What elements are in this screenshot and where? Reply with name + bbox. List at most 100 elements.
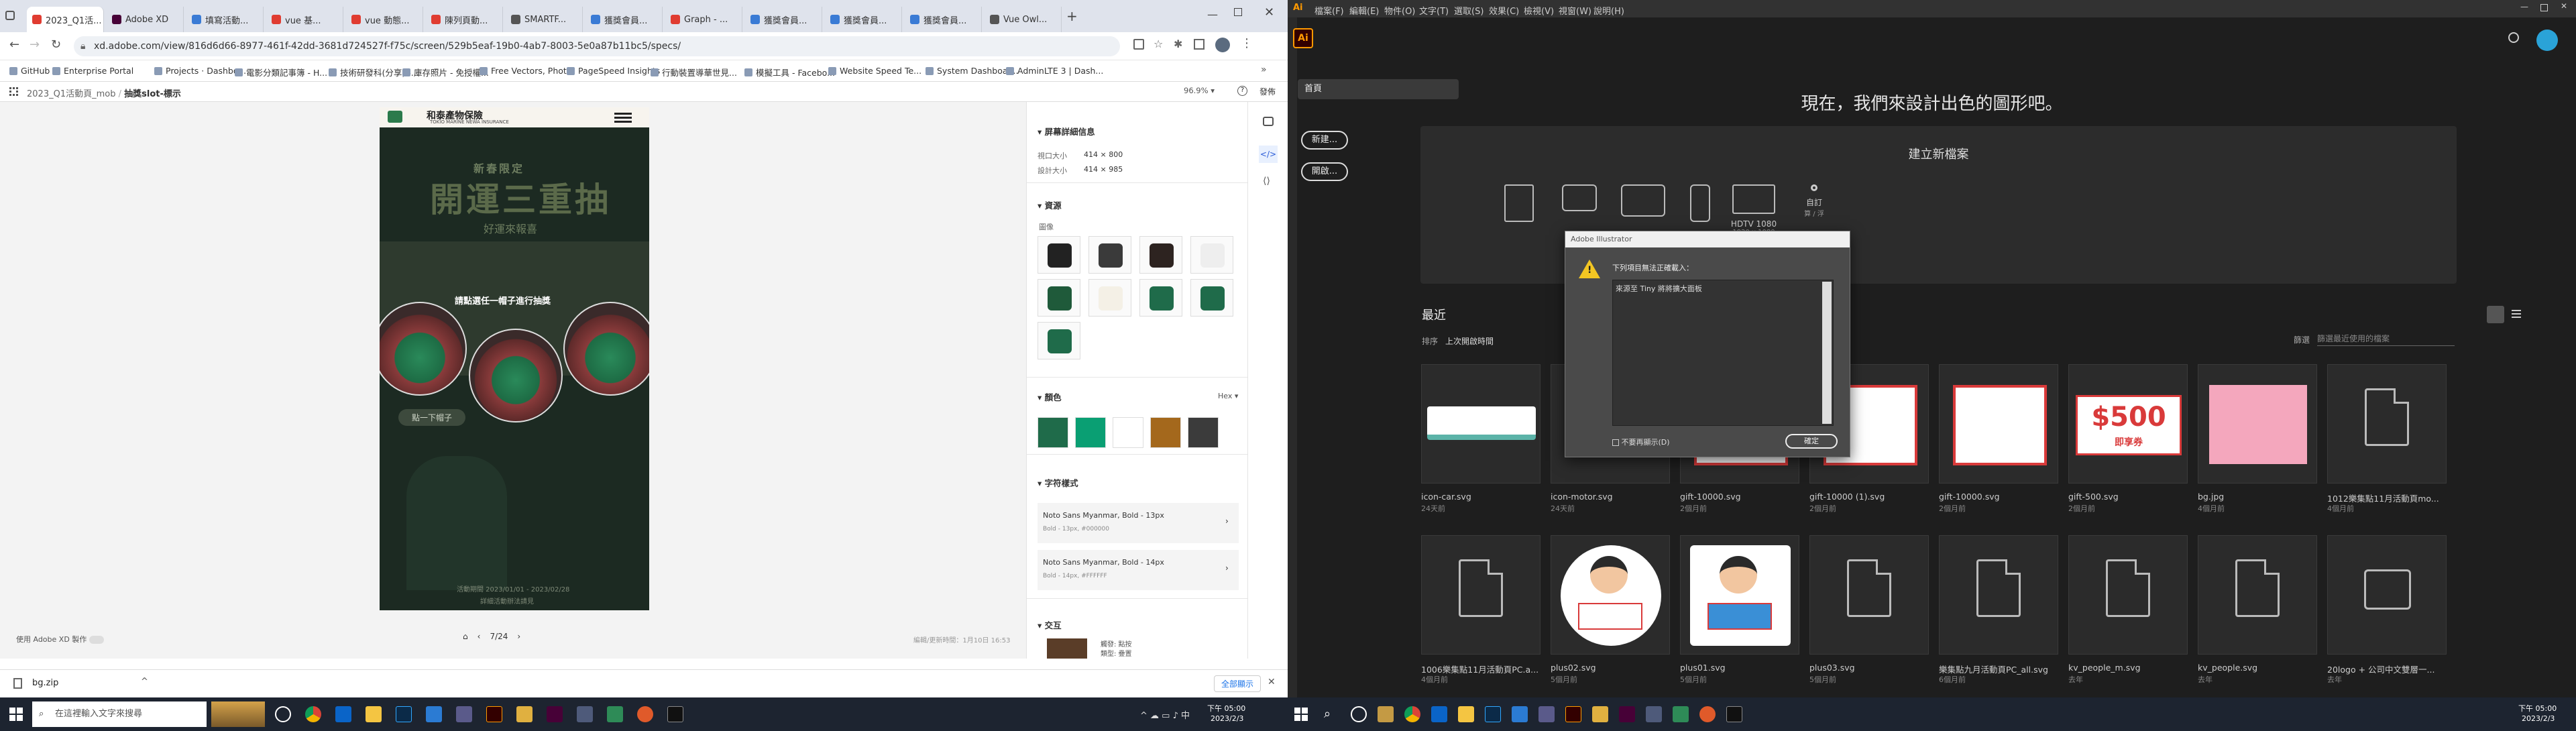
ai-file-thumb[interactable] (1809, 535, 1929, 655)
comments-icon[interactable] (1263, 117, 1274, 126)
ai-file-thumb[interactable] (1421, 535, 1541, 655)
folder-icon[interactable] (1592, 706, 1608, 722)
tab-search-icon[interactable] (5, 11, 15, 20)
image-asset-thumb[interactable] (1088, 236, 1131, 274)
bookmark-item[interactable]: System Dashboar... (926, 66, 1018, 76)
breadcrumb[interactable]: 2023_Q1活動頁_mob / 抽獎slot-標示 (27, 87, 181, 99)
explorer-icon[interactable] (366, 706, 382, 722)
ai-profile-avatar[interactable] (2536, 30, 2558, 51)
illustrator-icon[interactable] (1565, 706, 1581, 722)
ai-file-name[interactable]: 20logo + 公司中文雙層一... (2327, 663, 2451, 675)
ai-filter-input[interactable]: 篩選最近使用的檔案 (2317, 331, 2455, 346)
browser-tab[interactable]: 獲獎會員... (745, 7, 822, 32)
fullscreen-icon[interactable]: ⟨⟩ (1263, 176, 1270, 186)
ai-file-name[interactable]: plus03.svg (1809, 663, 1934, 673)
terminal-icon[interactable] (1726, 706, 1742, 722)
dialog-scrollbar[interactable] (1822, 282, 1832, 424)
ai-file-name[interactable]: gift-500.svg (2068, 492, 2192, 502)
color-swatch[interactable] (1113, 417, 1143, 448)
browser-tab[interactable]: Graph - ... (665, 7, 742, 32)
more-bookmarks-icon[interactable]: » (1261, 64, 1267, 75)
browser-tab[interactable]: 獲獎會員... (905, 7, 982, 32)
windows-start-icon[interactable] (9, 708, 23, 721)
share-link[interactable]: 發佈 (1259, 86, 1276, 97)
bookmark-item[interactable]: Enterprise Portal (52, 66, 133, 76)
outlook-icon[interactable] (1431, 706, 1447, 722)
ai-preset[interactable]: 自訂算 / 浮 (1791, 184, 1838, 218)
browser-tab[interactable]: Vue Owl... (985, 7, 1062, 32)
ai-minimize-button[interactable]: — (2520, 2, 2528, 11)
ai-file-name[interactable]: plus02.svg (1551, 663, 1675, 673)
profile-avatar[interactable] (1215, 38, 1230, 52)
assets-heading[interactable]: ▾ 資源 (1038, 199, 1062, 211)
ai-preset[interactable] (1677, 184, 1724, 227)
vscode-icon[interactable] (426, 706, 442, 722)
search-icon[interactable]: ⌕ (1324, 707, 1331, 721)
bookmark-item[interactable]: Free Vectors, Phot... (480, 66, 575, 76)
extensions-icon[interactable]: ✱ (1174, 38, 1182, 50)
browser-tab[interactable]: 獲獎會員... (825, 7, 902, 32)
ai-file-name[interactable]: gift-10000.svg (1939, 492, 2063, 502)
ai-search-icon[interactable] (2508, 32, 2519, 43)
ai-file-name[interactable]: icon-motor.svg (1551, 492, 1675, 502)
ai-maximize-button[interactable] (2540, 4, 2548, 11)
image-asset-thumb[interactable] (1038, 236, 1080, 274)
ai-file-thumb[interactable] (1680, 535, 1799, 655)
ai-menu-item[interactable]: 說明(H) (1593, 4, 1624, 17)
show-all-button[interactable]: 全部顯示 (1214, 675, 1262, 692)
ai-file-name[interactable]: bg.jpg (2198, 492, 2322, 502)
ai-file-thumb[interactable] (1421, 364, 1541, 484)
ai-preset[interactable] (1620, 184, 1667, 222)
outlook-icon[interactable] (335, 706, 351, 722)
ai-file-thumb[interactable] (2198, 364, 2317, 484)
bookmark-item[interactable]: PageSpeed Insights (567, 66, 660, 76)
ai-file-thumb[interactable] (1939, 535, 2058, 655)
bookmark-item[interactable]: 行動裝置導華世見... (651, 66, 737, 78)
image-asset-thumb[interactable] (1038, 322, 1080, 359)
ai-open-button[interactable]: 開啟... (1301, 162, 1348, 181)
windows-start-icon[interactable] (1294, 708, 1308, 721)
vscode-icon[interactable] (1512, 706, 1528, 722)
color-swatch[interactable] (1150, 417, 1181, 448)
ai-menu-item[interactable]: 選取(S) (1454, 4, 1483, 17)
ai-file-name[interactable]: kv_people_m.svg (2068, 663, 2192, 673)
next-artboard-icon[interactable]: › (517, 632, 520, 641)
ai-file-name[interactable]: gift-10000.svg (1680, 492, 1804, 502)
image-asset-thumb[interactable] (1088, 279, 1131, 317)
hat-right[interactable] (563, 302, 649, 396)
ai-file-thumb[interactable] (1939, 364, 2058, 484)
app3-icon[interactable] (1673, 706, 1689, 722)
taskview-icon[interactable] (1351, 706, 1367, 722)
interaction-heading[interactable]: ▾ 交互 (1038, 618, 1062, 631)
browser-tab[interactable]: SMARTF... (506, 7, 583, 32)
ai-file-thumb[interactable] (1551, 535, 1670, 655)
folder-icon[interactable] (516, 706, 533, 722)
dialog-ok-button[interactable]: 確定 (1785, 434, 1838, 449)
maximize-window-button[interactable] (1234, 8, 1242, 16)
ai-file-thumb[interactable] (2327, 364, 2447, 484)
code-icon[interactable]: </> (1259, 146, 1278, 163)
app4-icon[interactable] (637, 706, 653, 722)
color-format-select[interactable]: Hex ▾ (1218, 392, 1238, 400)
menu-kebab-icon[interactable]: ⋮ (1241, 36, 1253, 50)
xd-icon[interactable] (1619, 706, 1635, 722)
image-asset-thumb[interactable] (1190, 236, 1233, 274)
url-input[interactable]: 🔒︎ xd.adobe.com/view/816d6d66-8977-461f-4… (74, 36, 1120, 56)
browser-tab[interactable]: vue 基... (266, 7, 343, 32)
share-icon[interactable] (1133, 39, 1144, 50)
forward-icon[interactable]: → (30, 38, 40, 52)
chevron-up-icon[interactable]: ^ (141, 677, 148, 687)
color-swatch[interactable] (1038, 417, 1068, 448)
charstyle-item-2[interactable]: Noto Sans Myanmar, Bold - 14px Bold - 14… (1038, 550, 1239, 590)
tray-icons[interactable]: ^ ☁ ▭ ♪ 中 (1140, 708, 1190, 721)
landscape-widget[interactable] (1378, 706, 1394, 722)
ai-menu-item[interactable]: 文字(T) (1419, 4, 1449, 17)
ai-menu-item[interactable]: 編輯(E) (1349, 4, 1379, 17)
screen-details-heading[interactable]: ▾ 屏幕詳細信息 (1038, 125, 1095, 137)
ai-file-name[interactable]: kv_people.svg (2198, 663, 2322, 673)
sidepanel-icon[interactable] (1194, 39, 1205, 50)
browser-tab[interactable]: 填寫活動... (186, 7, 264, 32)
photoshop-icon[interactable] (1485, 706, 1501, 722)
bookmark-item[interactable]: AdminLTE 3 | Dash... (1006, 66, 1103, 76)
illustrator-icon[interactable] (486, 706, 502, 722)
